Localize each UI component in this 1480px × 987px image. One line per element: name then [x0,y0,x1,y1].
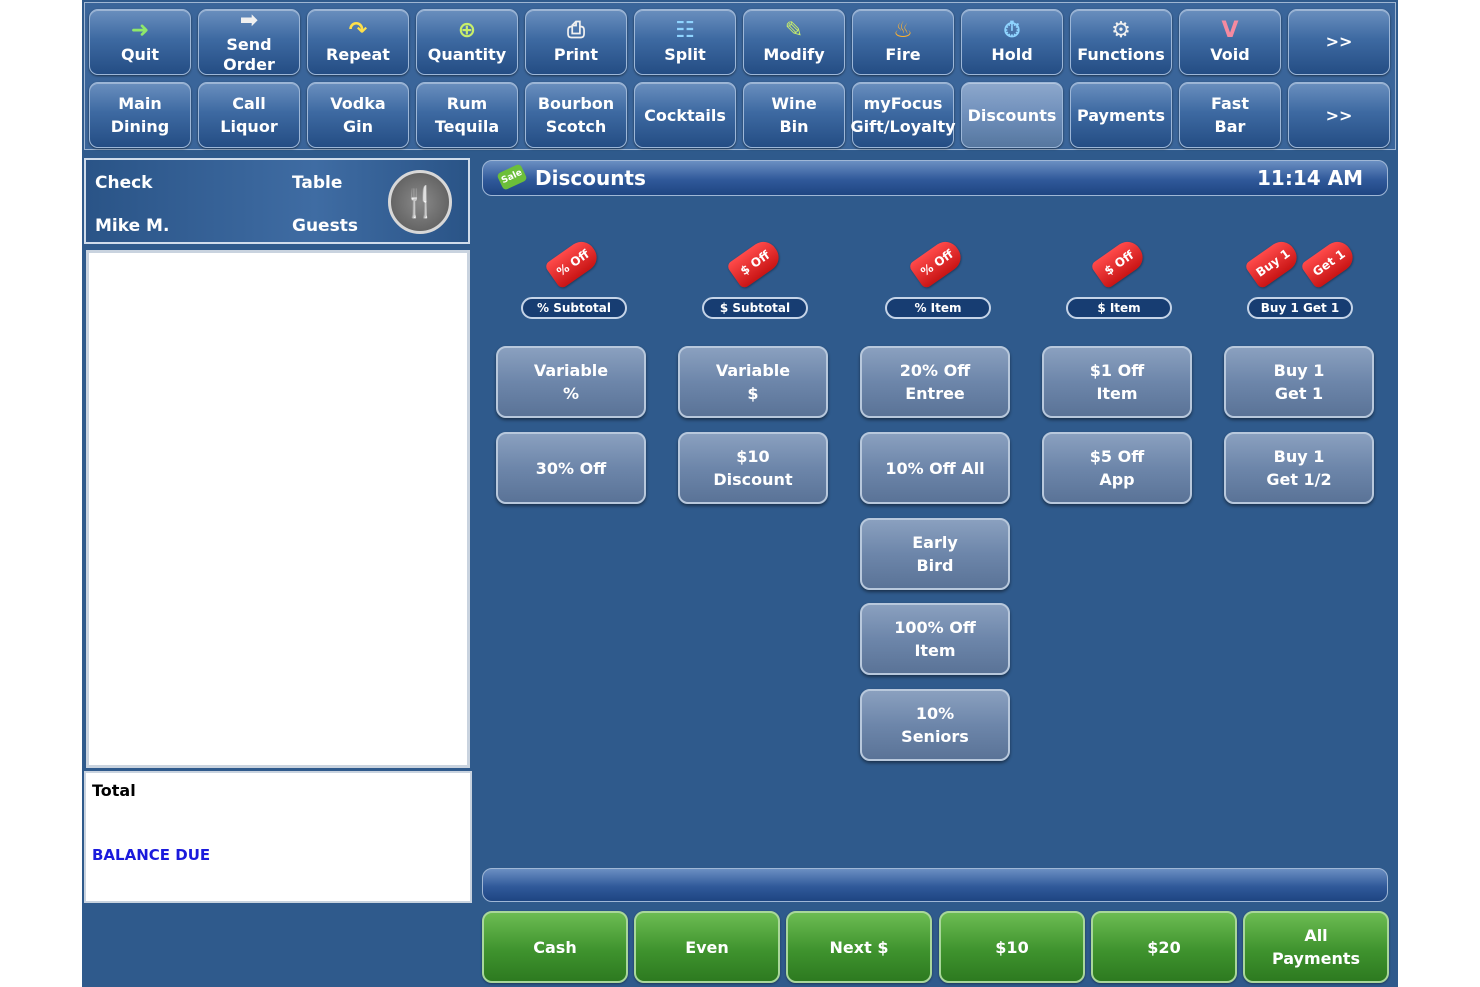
all-payments-button[interactable]: All Payments [1243,911,1389,983]
tab-vodka-gin[interactable]: Vodka Gin [307,82,409,148]
void-button[interactable]: V Void [1179,9,1281,75]
quantity-button[interactable]: ⊕ Quantity [416,9,518,75]
category-percent-item: % Item [885,297,991,319]
print-button[interactable]: ⎙ Print [525,9,627,75]
one-dollar-off-item-button[interactable]: $1 Off Item [1042,346,1192,418]
balance-due-label: BALANCE DUE [92,846,211,864]
modify-button[interactable]: ✎ Modify [743,9,845,75]
dollar-off-tag-icon: $ Off [1089,236,1149,290]
buy-one-get-one-button[interactable]: Buy 1 Get 1 [1224,346,1374,418]
plate-cutlery-icon[interactable]: 🍴 [388,170,452,234]
arrow-right-icon: ➡ [239,8,259,33]
split-button[interactable]: ☷ Split [634,9,736,75]
get-one-tag-icon: Get 1 [1299,236,1359,290]
flame-icon: ♨ [893,18,913,43]
table-label: Table [292,173,343,193]
send-order-button[interactable]: ➡ Send Order [198,9,300,75]
tab-cocktails[interactable]: Cocktails [634,82,736,148]
variable-dollar-button[interactable]: Variable $ [678,346,828,418]
total-panel: Total BALANCE DUE [84,771,472,903]
tab-call-liquor[interactable]: Call Liquor [198,82,300,148]
tab-wine-bin[interactable]: Wine Bin [743,82,845,148]
variable-percent-button[interactable]: Variable % [496,346,646,418]
server-name: Mike M. [95,216,170,236]
quit-button[interactable]: ➜ Quit [89,9,191,75]
early-bird-button[interactable]: Early Bird [860,518,1010,590]
plus-circle-icon: ⊕ [457,18,477,43]
cash-payment-button[interactable]: Cash [482,911,628,983]
discounts-header: Sale Discounts 11:14 AM [482,160,1388,196]
tab-main-dining[interactable]: Main Dining [89,82,191,148]
clock-time: 11:14 AM [1256,166,1363,190]
printer-icon: ⎙ [567,18,585,43]
gear-icon: ⚙ [1111,18,1131,43]
tab-discounts[interactable]: Discounts [961,82,1063,148]
category-buy-one-get-one: Buy 1 Get 1 [1247,297,1353,319]
repeat-arrow-icon: ↷ [348,18,368,43]
top-toolbar: ➜ Quit ➡ Send Order ↷ Repeat ⊕ Quantity ⎙ Pri… [84,2,1396,150]
total-label: Total [92,781,136,800]
tab-rum-tequila[interactable]: Rum Tequila [416,82,518,148]
ten-dollar-payment-button[interactable]: $10 [939,911,1085,983]
check-label: Check [95,173,153,193]
hold-button[interactable]: ⏱ Hold [961,9,1063,75]
ten-percent-seniors-button[interactable]: 10% Seniors [860,689,1010,761]
percent-off-tag-icon: % Off [543,236,603,290]
list-split-icon: ☷ [675,18,695,43]
fire-button[interactable]: ♨ Fire [852,9,954,75]
pencil-icon: ✎ [784,18,804,43]
discounts-title: Discounts [535,166,646,190]
guests-label: Guests [292,216,358,236]
twenty-percent-off-entree-button[interactable]: 20% Off Entree [860,346,1010,418]
twenty-dollar-payment-button[interactable]: $20 [1091,911,1237,983]
category-dollar-subtotal: $ Subtotal [702,297,808,319]
category-percent-subtotal: % Subtotal [521,297,627,319]
functions-button[interactable]: ⚙ Functions [1070,9,1172,75]
percent-off-tag-icon: % Off [907,236,967,290]
tab-fast-bar[interactable]: Fast Bar [1179,82,1281,148]
stopwatch-icon: ⏱ [1003,18,1021,43]
status-bar [482,868,1388,902]
dollar-off-tag-icon: $ Off [725,236,785,290]
hundred-percent-off-item-button[interactable]: 100% Off Item [860,603,1010,675]
ten-percent-off-all-button[interactable]: 10% Off All [860,432,1010,504]
tab-payments[interactable]: Payments [1070,82,1172,148]
exit-door-icon: ➜ [130,18,150,43]
next-dollar-payment-button[interactable]: Next $ [786,911,932,983]
void-v-icon: V [1221,18,1239,43]
more-tabs-button[interactable]: >> [1288,82,1390,148]
pos-app: ➜ Quit ➡ Send Order ↷ Repeat ⊕ Quantity ⎙ Pri… [82,0,1398,987]
check-header[interactable]: Check Table Mike M. Guests 🍴 [84,158,470,244]
repeat-button[interactable]: ↷ Repeat [307,9,409,75]
tab-myfocus-gift-loyalty[interactable]: myFocus Gift/Loyalty [850,82,956,148]
check-item-list[interactable] [86,250,470,768]
sale-tag-icon: Sale [496,163,528,191]
buy-one-get-half-button[interactable]: Buy 1 Get 1/2 [1224,432,1374,504]
even-payment-button[interactable]: Even [634,911,780,983]
thirty-percent-off-button[interactable]: 30% Off [496,432,646,504]
five-dollar-off-app-button[interactable]: $5 Off App [1042,432,1192,504]
buy-one-tag-icon: Buy 1 [1243,236,1303,290]
ten-dollar-discount-button[interactable]: $10 Discount [678,432,828,504]
tab-bourbon-scotch[interactable]: Bourbon Scotch [525,82,627,148]
more-functions-button[interactable]: >> [1288,9,1390,75]
category-dollar-item: $ Item [1066,297,1172,319]
